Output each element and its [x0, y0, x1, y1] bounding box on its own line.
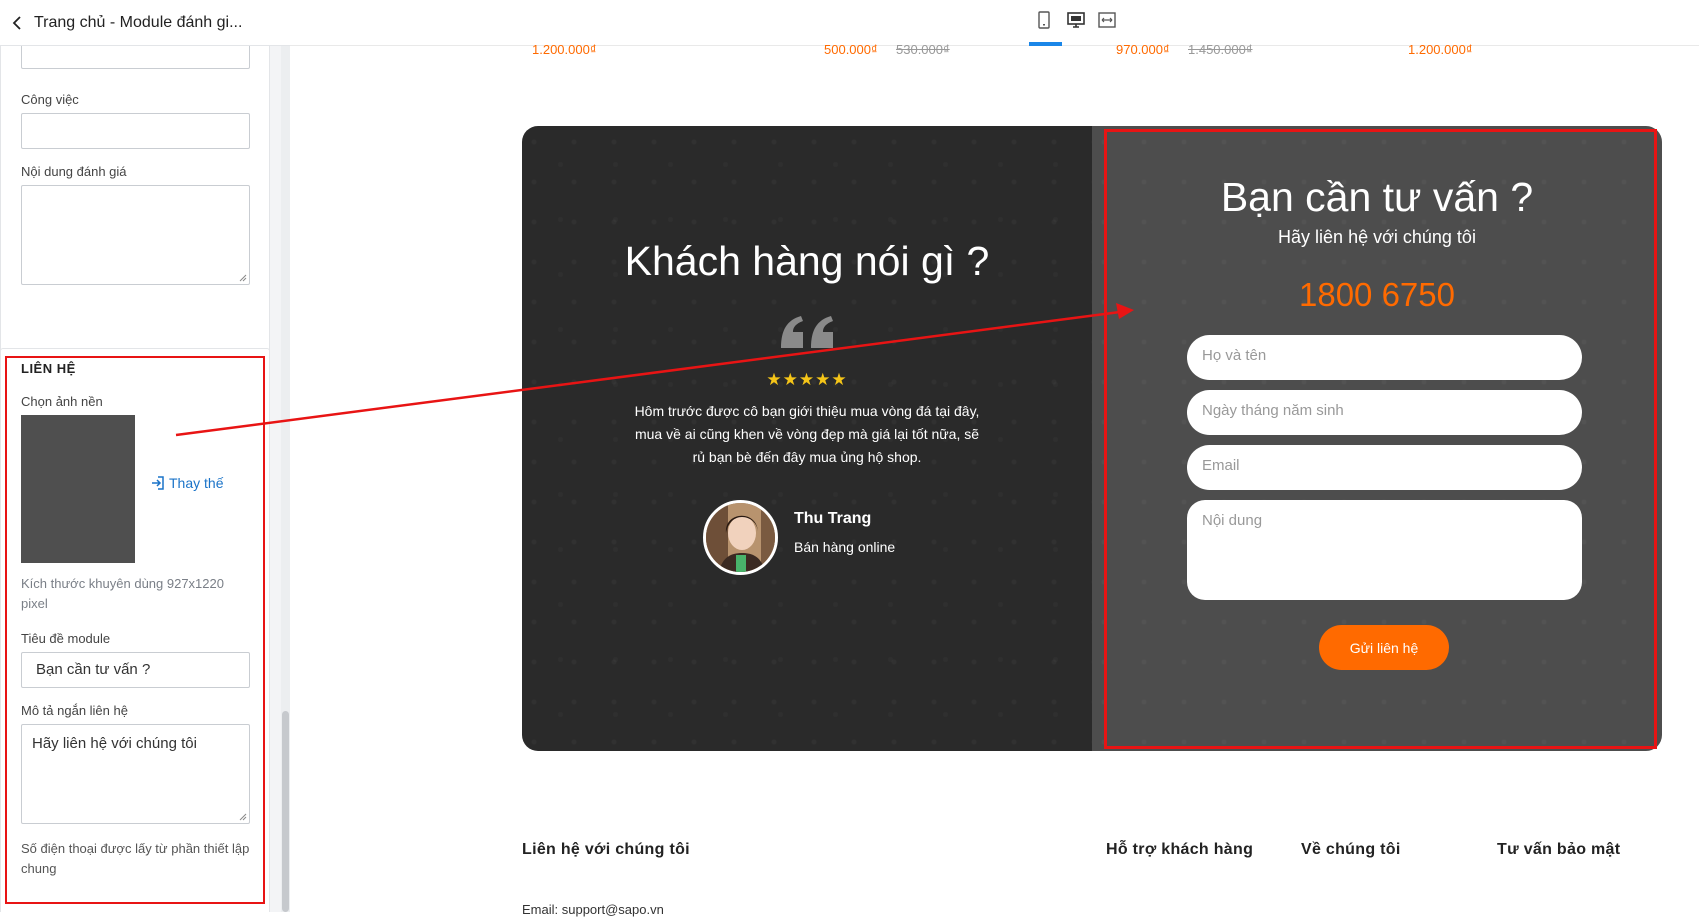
submit-contact-button[interactable]: Gửi liên hệ [1319, 625, 1449, 670]
sidebar-title: Trang chủ - Module đánh gi... [34, 13, 243, 31]
review-content-textarea[interactable] [21, 185, 250, 285]
dob-input[interactable]: Ngày tháng năm sinh [1187, 390, 1582, 435]
fullwidth-icon[interactable] [1095, 9, 1119, 31]
product-price: 970.000₫ [1116, 42, 1170, 57]
name-input[interactable]: Họ và tên [1187, 335, 1582, 380]
chevron-left-icon[interactable] [6, 12, 28, 34]
product-old-price: 1.450.000₫ [1188, 42, 1253, 57]
phone-note: Số điện thoại được lấy từ phần thiết lập… [21, 841, 250, 876]
rating-stars: ★★★★★ [766, 370, 848, 389]
sidebar-scrollbar[interactable] [281, 46, 290, 912]
content-textarea[interactable]: Nội dung [1187, 500, 1582, 600]
reviewer-avatar [703, 500, 778, 575]
contact-form-panel: Bạn cần tư vấn ? Hãy liên hệ với chúng t… [1092, 126, 1662, 751]
image-size-hint: Kích thước khuyên dùng 927x1220 pixel [21, 576, 224, 611]
contact-section-title: LIÊN HỆ [21, 361, 76, 376]
product-price: 1.200.000₫ [1408, 42, 1473, 57]
desktop-icon[interactable] [1064, 9, 1088, 31]
scrollbar-thumb[interactable] [282, 711, 289, 912]
review-settings-card: Công việc Nội dung đánh giá [0, 46, 270, 372]
module-title-input[interactable]: Bạn cần tư vấn ? [21, 652, 250, 688]
sidebar-header: Trang chủ - Module đánh gi... [0, 0, 290, 46]
footer-contact-heading: Liên hệ với chúng tôi [522, 841, 690, 858]
contact-title: Bạn cần tư vấn ? [1220, 174, 1534, 220]
sidebar-scroll-area: Công việc Nội dung đánh giá LIÊN HỆ Chọn… [0, 46, 290, 912]
quote-icon [781, 316, 833, 348]
previous-field-input[interactable] [21, 46, 250, 69]
editor-sidebar: Trang chủ - Module đánh gi... Công việc … [0, 0, 290, 912]
footer-email: Email: support@sapo.vn [522, 902, 664, 917]
contact-settings-card: LIÊN HỆ Chọn ảnh nền Thay thế Kích thước… [0, 348, 270, 912]
job-input[interactable] [21, 113, 250, 149]
reviewer-role: Bán hàng online [794, 539, 896, 555]
review-content-label: Nội dung đánh giá [21, 164, 127, 179]
contact-subtitle: Hãy liên hệ với chúng tôi [1278, 227, 1476, 247]
short-desc-textarea[interactable]: Hãy liên hệ với chúng tôi [21, 724, 250, 824]
product-old-price: 530.000₫ [896, 42, 950, 57]
review-text: Hôm trước được cô bạn giới thiệu mua vòn… [634, 403, 980, 465]
active-device-indicator [1029, 42, 1062, 46]
replace-icon [152, 476, 164, 490]
background-image-label: Chọn ảnh nền [21, 394, 103, 409]
module-title-label: Tiêu đề module [21, 631, 111, 646]
footer-privacy-heading: Tư vấn bảo mật [1497, 841, 1621, 858]
mobile-icon[interactable] [1032, 9, 1056, 31]
resize-grip-icon[interactable] [239, 813, 247, 821]
contact-module-banner: Khách hàng nói gì ? ★★★★★ Hôm trước được… [522, 126, 1662, 751]
device-toolbar [290, 0, 1699, 46]
email-input[interactable]: Email [1187, 445, 1582, 490]
product-price: 500.000₫ [824, 42, 878, 57]
short-desc-value: Hãy liên hệ với chúng tôi [32, 735, 197, 752]
testimonial-heading: Khách hàng nói gì ? [624, 238, 990, 284]
contact-phone: 1800 6750 [1299, 276, 1455, 313]
product-price: 1.200.000₫ [532, 42, 597, 57]
background-image-thumbnail[interactable] [21, 415, 135, 563]
reviewer-name: Thu Trang [794, 510, 872, 527]
replace-label: Thay thế [169, 475, 224, 491]
short-desc-label: Mô tả ngắn liên hệ [21, 703, 128, 718]
resize-grip-icon[interactable] [239, 274, 247, 282]
job-label: Công việc [21, 92, 79, 107]
replace-image-button[interactable]: Thay thế [151, 475, 223, 491]
footer-about-heading: Về chúng tôi [1301, 841, 1401, 858]
footer-support-heading: Hỗ trợ khách hàng [1106, 841, 1254, 858]
testimonial-panel: Khách hàng nói gì ? ★★★★★ Hôm trước được… [522, 126, 1092, 751]
